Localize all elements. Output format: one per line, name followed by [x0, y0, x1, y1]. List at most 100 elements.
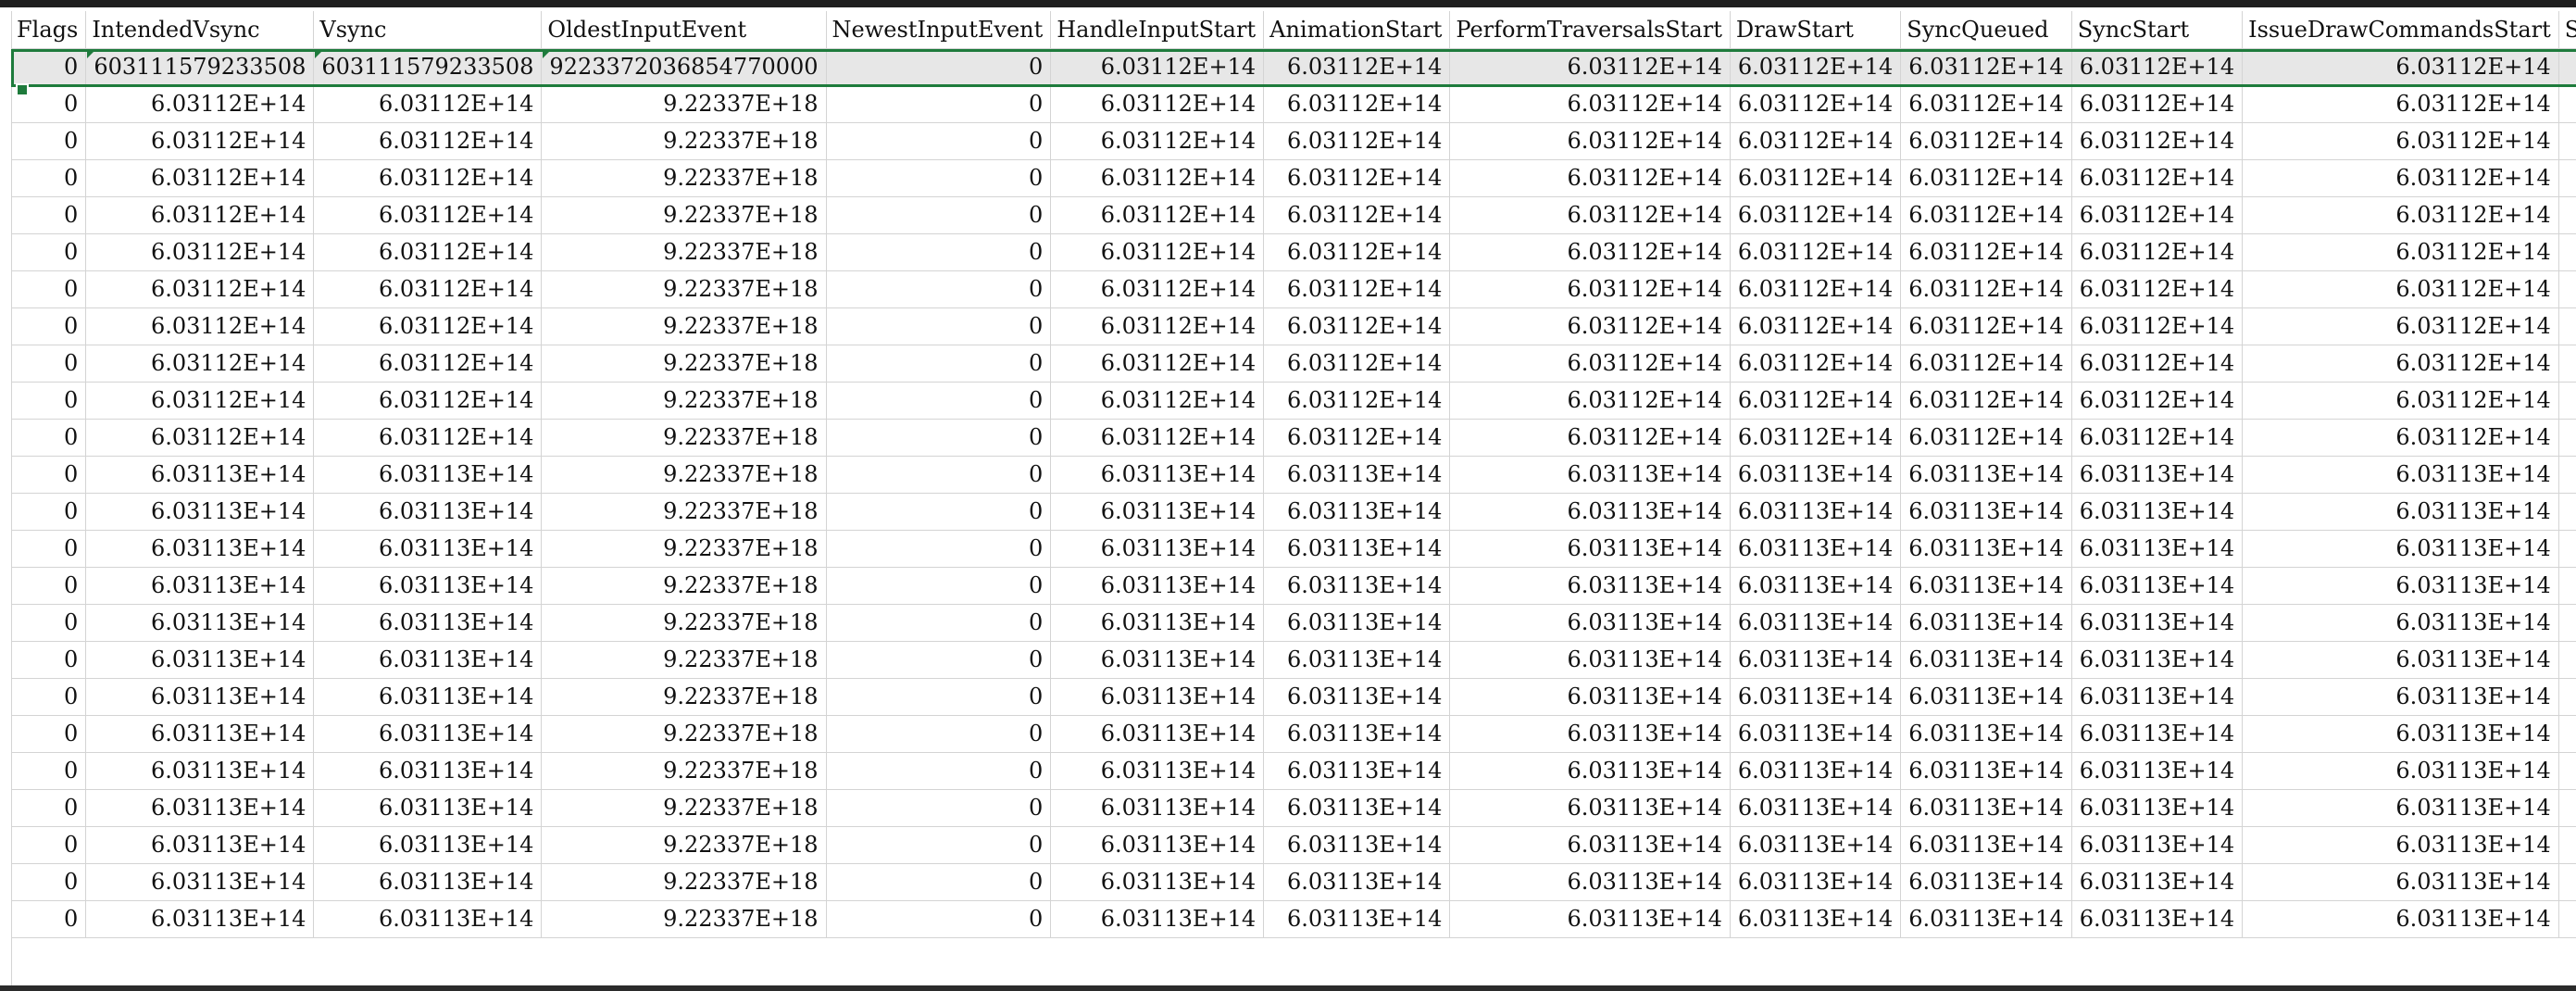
table-cell[interactable]: 6.03112E+14: [85, 159, 315, 197]
table-cell[interactable]: 6.03113E+14: [1449, 826, 1731, 864]
table-cell[interactable]: 0: [11, 307, 87, 345]
table-cell[interactable]: 6.03113E+14: [1900, 789, 2072, 827]
table-cell[interactable]: 0: [826, 85, 1052, 123]
table-cell[interactable]: 6.03112E+14: [1730, 233, 1902, 271]
column-header[interactable]: SyncQueued: [1900, 11, 2072, 49]
table-cell[interactable]: 6.03112E+14: [313, 419, 543, 457]
table-cell[interactable]: 6.03113E+14: [2071, 678, 2244, 716]
table-row[interactable]: 0 6.03112E+14 6.03112E+14 9.22337E+18 0 6.031…: [11, 233, 2576, 271]
table-cell[interactable]: 6.03112E+14: [85, 270, 315, 308]
table-cell[interactable]: 6.03112E+14: [1449, 85, 1731, 123]
table-cell[interactable]: 6.03113E+14: [85, 789, 315, 827]
table-cell[interactable]: 6.03113E+14: [1449, 456, 1731, 494]
fill-handle[interactable]: [16, 83, 29, 96]
table-cell[interactable]: 6.03112E+14: [1263, 307, 1451, 345]
table-cell[interactable]: 9.22337E+18: [541, 456, 827, 494]
table-cell[interactable]: 6.03112E+14: [1263, 270, 1451, 308]
table-cell[interactable]: 6.03113E+14: [1900, 567, 2072, 605]
table-cell[interactable]: 6.03112E+14: [1449, 159, 1731, 197]
table-cell[interactable]: 6.03112E+14: [1900, 85, 2072, 123]
table-cell[interactable]: 6.03112E+14: [2071, 122, 2244, 160]
table-cell[interactable]: 6.03112E+14: [2242, 159, 2559, 197]
column-header[interactable]: OldestInputEvent: [541, 11, 827, 49]
table-row[interactable]: 0 6.03113E+14 6.03113E+14 9.22337E+18 0 6.031…: [11, 752, 2576, 790]
table-cell[interactable]: 6.03112E+14: [85, 233, 315, 271]
table-cell[interactable]: 6.03112E+14: [2071, 307, 2244, 345]
table-cell[interactable]: [2558, 678, 2576, 716]
table-cell[interactable]: 6.03113E+14: [1730, 900, 1902, 938]
table-cell[interactable]: 6.03113E+14: [313, 900, 543, 938]
table-cell[interactable]: 0: [11, 567, 87, 605]
table-cell[interactable]: 6.03112E+14: [85, 345, 315, 383]
table-cell[interactable]: 9.22337E+18: [541, 307, 827, 345]
table-cell[interactable]: 6.03112E+14: [313, 345, 543, 383]
table-cell[interactable]: 6.03112E+14: [2071, 233, 2244, 271]
table-cell[interactable]: 6.03112E+14: [2242, 382, 2559, 420]
table-row[interactable]: 0 6.03113E+14 6.03113E+14 9.22337E+18 0 6.031…: [11, 678, 2576, 716]
table-cell[interactable]: 6.03113E+14: [2071, 863, 2244, 901]
table-cell[interactable]: 6.03112E+14: [1900, 382, 2072, 420]
table-row[interactable]: 0 6.03113E+14 6.03113E+14 9.22337E+18 0 6.031…: [11, 715, 2576, 753]
table-cell[interactable]: 6.03112E+14: [85, 307, 315, 345]
table-cell[interactable]: 0: [11, 493, 87, 531]
table-cell[interactable]: 6.03113E+14: [1900, 715, 2072, 753]
table-cell[interactable]: 0: [826, 456, 1052, 494]
table-cell[interactable]: 6.03113E+14: [1050, 641, 1265, 679]
table-cell[interactable]: 0: [826, 752, 1052, 790]
table-cell[interactable]: 6.03113E+14: [2071, 604, 2244, 642]
table-cell[interactable]: 0: [11, 863, 87, 901]
table-cell[interactable]: 6.03112E+14: [2071, 48, 2244, 86]
table-cell[interactable]: 6.03113E+14: [1050, 715, 1265, 753]
table-cell[interactable]: 6.03112E+14: [2242, 122, 2559, 160]
table-row[interactable]: 0 6.03112E+14 6.03112E+14 9.22337E+18 0 6.031…: [11, 159, 2576, 197]
table-cell[interactable]: 6.03113E+14: [1050, 530, 1265, 568]
table-cell[interactable]: 0: [11, 159, 87, 197]
table-cell[interactable]: 6.03113E+14: [1050, 493, 1265, 531]
column-header[interactable]: Vsync: [313, 11, 543, 49]
table-cell[interactable]: 6.03112E+14: [1449, 382, 1731, 420]
table-cell[interactable]: 6.03112E+14: [1730, 48, 1902, 86]
column-header[interactable]: AnimationStart: [1263, 11, 1451, 49]
table-cell[interactable]: 0: [11, 48, 87, 86]
table-cell[interactable]: 6.03113E+14: [1449, 715, 1731, 753]
table-cell[interactable]: 6.03113E+14: [2071, 789, 2244, 827]
table-cell[interactable]: 6.03112E+14: [1730, 307, 1902, 345]
table-cell[interactable]: 0: [826, 196, 1052, 234]
table-cell[interactable]: 0: [11, 122, 87, 160]
table-cell[interactable]: 6.03112E+14: [2242, 307, 2559, 345]
table-cell[interactable]: 6.03113E+14: [1050, 678, 1265, 716]
table-cell[interactable]: 0: [11, 196, 87, 234]
table-cell[interactable]: 0: [826, 493, 1052, 531]
table-cell[interactable]: 6.03113E+14: [2242, 641, 2559, 679]
selected-row[interactable]: 0 603111579233508 603111579233508 922337203…: [11, 48, 2576, 86]
table-cell[interactable]: 6.03112E+14: [2242, 233, 2559, 271]
table-cell[interactable]: 6.03112E+14: [1449, 122, 1731, 160]
table-cell[interactable]: 9.22337E+18: [541, 789, 827, 827]
table-cell[interactable]: 6.03113E+14: [2071, 530, 2244, 568]
table-cell[interactable]: 6.03112E+14: [1050, 122, 1265, 160]
table-cell[interactable]: 6.03113E+14: [1050, 900, 1265, 938]
table-cell[interactable]: [2558, 567, 2576, 605]
table-cell[interactable]: 9.22337E+18: [541, 233, 827, 271]
table-cell[interactable]: 0: [826, 715, 1052, 753]
table-row[interactable]: 0 6.03112E+14 6.03112E+14 9.22337E+18 0 6.031…: [11, 382, 2576, 420]
column-header[interactable]: HandleInputStart: [1050, 11, 1265, 49]
table-cell[interactable]: 0: [11, 752, 87, 790]
table-cell[interactable]: [2558, 48, 2576, 86]
table-cell[interactable]: 6.03112E+14: [2242, 48, 2559, 86]
table-cell[interactable]: 6.03112E+14: [1263, 233, 1451, 271]
table-cell[interactable]: 6.03113E+14: [1449, 900, 1731, 938]
table-cell[interactable]: 0: [826, 159, 1052, 197]
table-cell[interactable]: 6.03112E+14: [85, 85, 315, 123]
table-cell[interactable]: [2558, 382, 2576, 420]
table-cell[interactable]: 6.03113E+14: [2071, 641, 2244, 679]
table-cell[interactable]: 6.03113E+14: [313, 456, 543, 494]
table-row[interactable]: 0 6.03112E+14 6.03112E+14 9.22337E+18 0 6.031…: [11, 419, 2576, 457]
table-cell[interactable]: 6.03112E+14: [2242, 85, 2559, 123]
table-cell[interactable]: 6.03113E+14: [1730, 789, 1902, 827]
table-row[interactable]: 0 6.03112E+14 6.03112E+14 9.22337E+18 0 6.031…: [11, 307, 2576, 345]
table-cell[interactable]: 0: [826, 900, 1052, 938]
table-cell[interactable]: [2558, 530, 2576, 568]
table-cell[interactable]: 6.03113E+14: [2071, 826, 2244, 864]
table-cell[interactable]: 6.03113E+14: [1900, 900, 2072, 938]
